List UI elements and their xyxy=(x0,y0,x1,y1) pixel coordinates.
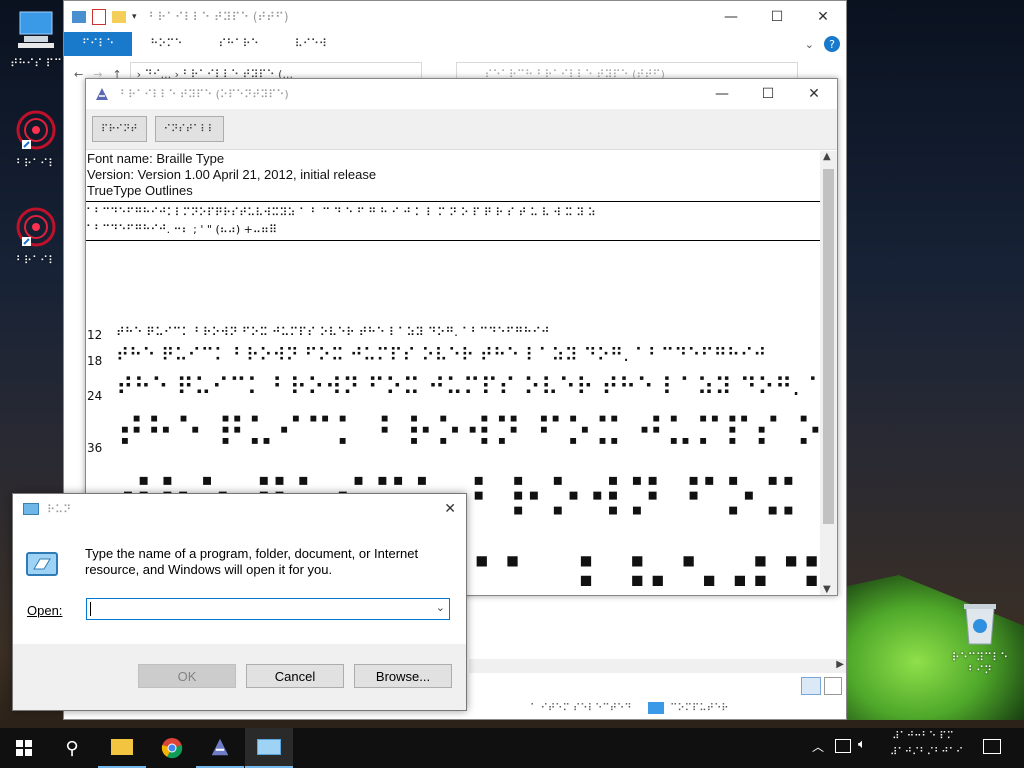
browse-button[interactable]: Browse... xyxy=(354,664,452,688)
taskbar: ⚲ ︿ 🔈︎ ⠼⠁⠚⠒⠃⠑ ⠏⠍ ⠼⠁⠚⠌⠃⠌⠃⠚⠁⠊ xyxy=(0,728,1024,768)
qat-dropdown-icon[interactable]: ▾ xyxy=(132,12,137,22)
cancel-button[interactable]: Cancel xyxy=(246,664,344,688)
scroll-right-icon[interactable]: ▶ xyxy=(836,659,844,670)
scroll-up-icon[interactable]: ▲ xyxy=(823,151,831,162)
recycle-bin-icon xyxy=(964,604,996,645)
taskbar-file-explorer[interactable] xyxy=(98,728,146,768)
maximize-icon[interactable]: ☐ xyxy=(754,1,800,32)
explorer-titlebar: ▾ ⠃⠗⠁⠊⠇⠇⠑ ⠞⠽⠏⠑ (⠞⠞⠋) — ☐ ✕ xyxy=(64,1,846,32)
properties-icon[interactable] xyxy=(92,8,106,25)
chrome-icon xyxy=(161,738,183,759)
size-label-36: 36 xyxy=(87,441,103,455)
view-details-icon[interactable] xyxy=(801,677,821,695)
desktop-icon-label: ⠃⠗⠁⠊⠇ xyxy=(15,254,57,267)
font-viewer-app-icon xyxy=(96,88,108,100)
desktop-icon-label: ⠞⠓⠊⠎ ⠏⠉ xyxy=(10,57,62,70)
charset-line-2: ⠁⠃⠉⠙⠑⠋⠛⠓⠊⠚. ⠒⠆ ; ' " (⠦⠴) +⠤⠶⠿ xyxy=(86,223,278,236)
run-icon xyxy=(26,552,58,576)
tab-home[interactable]: ⠓⠕⠍⠑ xyxy=(132,32,200,56)
explorer-hscrollbar[interactable]: ▶ xyxy=(469,659,846,673)
show-hidden-icons[interactable]: ︿ xyxy=(812,738,824,755)
computer-icon xyxy=(648,702,664,714)
explorer-title: ⠃⠗⠁⠊⠇⠇⠑ ⠞⠽⠏⠑ (⠞⠞⠋) xyxy=(148,9,289,24)
folder-icon xyxy=(111,739,133,755)
desktop-icon-braille-1[interactable]: ⠃⠗⠁⠊⠇ xyxy=(6,108,66,170)
search-button[interactable]: ⚲ xyxy=(48,728,96,768)
run-dialog[interactable]: ⠗⠥⠝ ✕ Type the name of a program, folder… xyxy=(12,493,467,711)
desktop-icon-braille-2[interactable]: ⠃⠗⠁⠊⠇ xyxy=(6,205,66,267)
minimize-icon[interactable]: — xyxy=(699,79,745,109)
volume-icon[interactable]: 🔈︎ xyxy=(858,737,866,752)
explorer-app-icon xyxy=(72,10,86,23)
sample-row-36: ⠞⠓⠑ ⠟⠥⠊⠉⠅ ⠃⠗⠕⠺⠝ ⠋⠕⠭ ⠚⠥⠍⠏⠎ ⠕⠧⠑⠗ ⠞⠓⠑ ⠇⠁⠵⠽ … xyxy=(116,411,821,457)
help-icon[interactable]: ? xyxy=(824,36,840,52)
desktop-icon-recycle-bin[interactable]: ⠗⠑⠉⠽⠉⠇⠑ ⠃⠊⠝ xyxy=(950,600,1010,677)
scroll-down-icon[interactable]: ▼ xyxy=(823,584,831,595)
font-viewer-toolbar: ⠏⠗⠊⠝⠞ ⠊⠝⠎⠞⠁⠇⠇ xyxy=(86,109,837,150)
windows-logo-icon xyxy=(16,740,32,756)
braille-shortcut-icon xyxy=(16,207,56,247)
sample-row-18: ⠞⠓⠑ ⠟⠥⠊⠉⠅ ⠃⠗⠕⠺⠝ ⠋⠕⠭ ⠚⠥⠍⠏⠎ ⠕⠧⠑⠗ ⠞⠓⠑ ⠇⠁⠵⠽ … xyxy=(116,345,767,366)
run-description: Type the name of a program, folder, docu… xyxy=(85,546,419,577)
network-icon[interactable] xyxy=(835,739,851,753)
font-viewer-titlebar: ⠃⠗⠁⠊⠇⠇⠑ ⠞⠽⠏⠑ (⠕⠏⠑⠝⠞⠽⠏⠑) — ☐ ✕ xyxy=(86,79,837,109)
font-version: Version: Version 1.00 April 21, 2012, in… xyxy=(87,167,377,182)
notifications-icon[interactable] xyxy=(983,739,1001,754)
open-label: Open: xyxy=(27,603,63,618)
run-title: ⠗⠥⠝ xyxy=(47,502,72,516)
print-button[interactable]: ⠏⠗⠊⠝⠞ xyxy=(92,116,147,142)
font-viewer-app-icon xyxy=(211,738,229,756)
run-titlebar: ⠗⠥⠝ ✕ xyxy=(13,494,466,524)
run-app-icon xyxy=(23,503,39,515)
font-name: Font name: Braille Type xyxy=(87,151,225,166)
font-viewer-title: ⠃⠗⠁⠊⠇⠇⠑ ⠞⠽⠏⠑ (⠕⠏⠑⠝⠞⠽⠏⠑) xyxy=(120,87,289,101)
this-pc-icon xyxy=(18,11,54,48)
install-button[interactable]: ⠊⠝⠎⠞⠁⠇⠇ xyxy=(154,116,224,142)
divider xyxy=(86,240,821,241)
open-input[interactable] xyxy=(90,602,91,616)
tab-share[interactable]: ⠎⠓⠁⠗⠑ xyxy=(200,32,276,56)
maximize-icon[interactable]: ☐ xyxy=(745,79,791,109)
open-combobox[interactable]: ⌄ xyxy=(86,598,450,620)
desktop-icon-label: ⠃⠗⠁⠊⠇ xyxy=(15,157,57,170)
size-label-12: 12 xyxy=(87,328,103,342)
back-icon[interactable]: ← xyxy=(74,68,83,81)
braille-shortcut-icon xyxy=(16,110,56,150)
desktop-icon-this-pc[interactable]: ⠞⠓⠊⠎ ⠏⠉ xyxy=(6,10,66,70)
status-selected: ⠁ ⠊⠞⠑⠍ ⠎⠑⠇⠑⠉⠞⠑⠙ xyxy=(530,702,632,714)
close-icon[interactable]: ✕ xyxy=(800,1,846,32)
charset-line-1: ⠁⠃⠉⠙⠑⠋⠛⠓⠊⠚⠅⠇⠍⠝⠕⠏⠟⠗⠎⠞⠥⠧⠺⠭⠽⠵ ⠁ ⠃ ⠉ ⠙ ⠑ ⠋ ⠛… xyxy=(86,206,596,219)
taskbar-font-viewer[interactable] xyxy=(196,728,244,768)
font-viewer-scrollbar[interactable]: ▲ ▼ xyxy=(820,151,837,595)
size-label-24: 24 xyxy=(87,389,103,403)
clock-date[interactable]: ⠼⠁⠚⠌⠃⠌⠃⠚⠁⠊ xyxy=(890,747,963,758)
chevron-down-icon[interactable]: ⌄ xyxy=(436,601,445,614)
search-icon: ⚲ xyxy=(65,737,79,759)
explorer-ribbon: ⠋⠊⠇⠑ ⠓⠕⠍⠑ ⠎⠓⠁⠗⠑ ⠧⠊⠑⠺ ⌄ ? xyxy=(64,32,846,56)
minimize-icon[interactable]: — xyxy=(708,1,754,32)
run-button-bar: OK Cancel Browse... xyxy=(13,644,466,710)
scrollbar-thumb[interactable] xyxy=(823,169,834,524)
status-computer: ⠉⠕⠍⠏⠥⠞⠑⠗ xyxy=(670,702,729,714)
new-folder-icon[interactable] xyxy=(112,10,126,23)
close-icon[interactable]: ✕ xyxy=(444,501,456,517)
clock-time[interactable]: ⠼⠁⠚⠒⠃⠑ ⠏⠍ xyxy=(890,731,956,742)
start-button[interactable] xyxy=(0,728,48,768)
taskbar-chrome[interactable] xyxy=(148,728,196,768)
run-icon xyxy=(257,739,281,755)
tab-file[interactable]: ⠋⠊⠇⠑ xyxy=(64,32,133,56)
ribbon-expand-icon[interactable]: ⌄ xyxy=(805,38,814,51)
ok-button[interactable]: OK xyxy=(138,664,236,688)
size-label-18: 18 xyxy=(87,354,103,368)
sample-row-24: ⠞⠓⠑ ⠟⠥⠊⠉⠅ ⠃⠗⠕⠺⠝ ⠋⠕⠭ ⠚⠥⠍⠏⠎ ⠕⠧⠑⠗ ⠞⠓⠑ ⠇⠁⠵⠽ … xyxy=(116,373,821,401)
sample-row-12: ⠞⠓⠑ ⠟⠥⠊⠉⠅ ⠃⠗⠕⠺⠝ ⠋⠕⠭ ⠚⠥⠍⠏⠎ ⠕⠧⠑⠗ ⠞⠓⠑ ⠇⠁⠵⠽ … xyxy=(116,325,550,339)
recycle-bin-label: ⠗⠑⠉⠽⠉⠇⠑ ⠃⠊⠝ xyxy=(951,651,1009,677)
tab-view[interactable]: ⠧⠊⠑⠺ xyxy=(277,32,345,56)
close-icon[interactable]: ✕ xyxy=(791,79,837,109)
font-outlines: TrueType Outlines xyxy=(87,183,193,198)
taskbar-run[interactable] xyxy=(245,728,293,768)
divider xyxy=(86,201,821,202)
view-tiles-icon[interactable] xyxy=(824,677,842,695)
